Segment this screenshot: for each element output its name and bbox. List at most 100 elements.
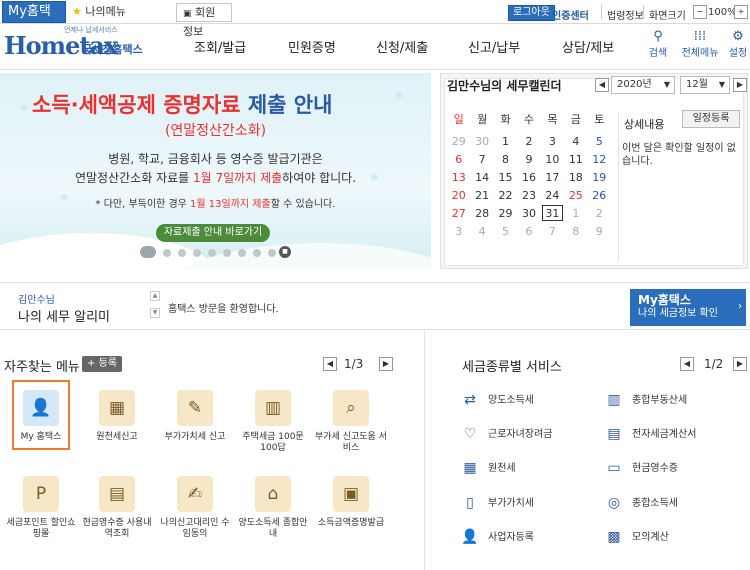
service-transfer-tax[interactable]: ⇄ 양도소득세 (460, 391, 534, 411)
service-comprehensive-income-tax[interactable]: ◎ 종합소득세 (604, 494, 678, 514)
service-cash-receipt[interactable]: ▭ 현금영수증 (604, 459, 678, 479)
calendar-day[interactable]: 8 (494, 150, 517, 168)
calendar-day[interactable]: 21 (470, 186, 493, 204)
calendar-day[interactable]: 2 (588, 204, 611, 222)
search-button[interactable]: ⚲ 검색 (643, 30, 673, 60)
calendar-day[interactable]: 24 (541, 186, 564, 204)
services-prev-button[interactable]: ◀ (680, 357, 694, 371)
frequent-cash-receipt[interactable]: ▤ 현금영수증 사용내역조회 (80, 476, 154, 540)
my-menu-button[interactable]: ★ 나의메뉴 (66, 3, 164, 22)
frequent-prev-button[interactable]: ◀ (323, 357, 337, 371)
notice-message[interactable]: 홈택스 방문을 환영합니다. (168, 300, 279, 315)
calendar-day[interactable]: 16 (517, 168, 540, 186)
calendar-day[interactable]: 22 (494, 186, 517, 204)
schedule-add-button[interactable]: 일정등록 (682, 110, 740, 128)
frequent-income-certificate[interactable]: ▣ 소득금액증명발급 (314, 476, 388, 529)
frequent-tax-point-mall[interactable]: P 세금포인트 할인쇼핑몰 (4, 476, 78, 540)
calendar-day[interactable]: 6 (447, 150, 470, 168)
calendar-day[interactable]: 5 (494, 222, 517, 240)
settings-button[interactable]: ⚙ 설정 (724, 30, 750, 60)
all-menu-button[interactable]: ⁞⁞⁞ 전체메뉴 (680, 30, 720, 60)
calendar-day[interactable]: 1 (564, 204, 587, 222)
service-withholding-tax[interactable]: ▦ 원천세 (460, 459, 515, 479)
notice-up-button[interactable]: ▲ (150, 291, 160, 301)
service-mock-calculation[interactable]: ▩ 모의계산 (604, 528, 668, 548)
frequent-my-hometax[interactable]: 👤 My 홈택스 (4, 390, 78, 443)
frequent-agent-consent[interactable]: ✍ 나의신고대리인 수임동의 (158, 476, 232, 540)
calendar-day[interactable]: 27 (447, 204, 470, 222)
frequent-vat-help[interactable]: ⌕ 부가세 신고도움 서비스 (314, 390, 388, 454)
nav-filing-payment[interactable]: 신고/납부 (468, 37, 520, 56)
service-earned-income-credit[interactable]: ♡ 근로자녀장려금 (460, 425, 553, 445)
calendar-day[interactable]: 19 (588, 168, 611, 186)
calendar-day[interactable]: 18 (564, 168, 587, 186)
banner-indicator[interactable] (238, 249, 246, 257)
my-hometax-tab[interactable]: My홈택스 (2, 1, 66, 39)
calendar-day[interactable]: 11 (564, 150, 587, 168)
calendar-day[interactable]: 2 (517, 132, 540, 150)
nav-civil-certificate[interactable]: 민원증명 (288, 37, 336, 56)
calendar-day[interactable]: 17 (541, 168, 564, 186)
frequent-withholding-tax[interactable]: ▦ 원천세신고 (80, 390, 154, 443)
calendar-day[interactable]: 30 (470, 132, 493, 150)
calendar-day[interactable]: 4 (470, 222, 493, 240)
banner-indicator[interactable] (163, 249, 171, 257)
calendar-day[interactable]: 14 (470, 168, 493, 186)
calendar-day[interactable]: 13 (447, 168, 470, 186)
calendar-day[interactable]: 1 (494, 132, 517, 150)
banner-indicator[interactable] (223, 249, 231, 257)
banner-link-button[interactable]: 자료제출 안내 바로가기 (156, 224, 270, 242)
frequent-next-button[interactable]: ▶ (379, 357, 393, 371)
calendar-day[interactable]: 7 (541, 222, 564, 240)
calendar-day[interactable]: 15 (494, 168, 517, 186)
promo-banner[interactable]: ❄ ❄ ✻ ✻ 소득·세액공제 증명자료 제출 안내 (연말정산간소화) 병원,… (0, 73, 431, 269)
calendar-day[interactable]: 4 (564, 132, 587, 150)
calendar-day[interactable]: 23 (517, 186, 540, 204)
frequent-add-button[interactable]: + 등록 (82, 356, 122, 372)
month-select[interactable]: 12월 ▼ (680, 76, 730, 94)
calendar-day[interactable]: 12 (588, 150, 611, 168)
calendar-day[interactable]: 28 (470, 204, 493, 222)
year-select[interactable]: 2020년 ▼ (611, 76, 675, 94)
member-info-button[interactable]: ▣ 회원정보 (176, 3, 232, 38)
next-month-button[interactable]: ▶ (733, 78, 747, 92)
logout-button[interactable]: 로그아웃 (508, 5, 555, 21)
calendar-day[interactable]: 20 (447, 186, 470, 204)
calendar-day[interactable]: 6 (517, 222, 540, 240)
service-vat[interactable]: ▯ 부가가치세 (460, 494, 534, 514)
banner-indicator[interactable] (268, 249, 276, 257)
service-e-tax-invoice[interactable]: ▤ 전자세금계산서 (604, 425, 696, 445)
calendar-day[interactable]: 29 (494, 204, 517, 222)
service-business-registration[interactable]: 👤 사업자등록 (460, 528, 534, 548)
banner-indicator[interactable] (253, 249, 261, 257)
notice-down-button[interactable]: ▼ (150, 308, 160, 318)
nav-consult-report[interactable]: 상담/제보 (562, 37, 614, 56)
banner-indicator-active[interactable] (140, 246, 156, 258)
banner-indicator[interactable] (178, 249, 186, 257)
calendar-day[interactable]: 30 (517, 204, 540, 222)
frequent-vat-report[interactable]: ✎ 부가가치세 신고 (158, 390, 232, 443)
calendar-day[interactable]: 8 (564, 222, 587, 240)
nav-lookup[interactable]: 조회/발급 (194, 37, 246, 56)
nav-application[interactable]: 신청/제출 (376, 37, 428, 56)
calendar-day[interactable]: 3 (541, 132, 564, 150)
frequent-housing-tax-faq[interactable]: ▥ 주택세금 100문100답 (236, 390, 310, 454)
auth-center-link[interactable]: 인증센터 (552, 7, 589, 22)
calendar-day[interactable]: 7 (470, 150, 493, 168)
pause-icon[interactable]: ■ (279, 246, 291, 258)
calendar-day[interactable]: 9 (517, 150, 540, 168)
frequent-transfer-tax-guide[interactable]: ⌂ 양도소득세 종합안내 (236, 476, 310, 540)
service-comprehensive-property-tax[interactable]: ▥ 종합부동산세 (604, 391, 687, 411)
banner-indicator[interactable] (208, 249, 216, 257)
legal-info-link[interactable]: 법령정보 (607, 7, 644, 22)
calendar-day[interactable]: 29 (447, 132, 470, 150)
zoom-out-button[interactable]: − (693, 5, 707, 19)
zoom-in-button[interactable]: + (734, 5, 748, 19)
services-next-button[interactable]: ▶ (733, 357, 747, 371)
calendar-day[interactable]: 5 (588, 132, 611, 150)
calendar-day[interactable]: 25 (564, 186, 587, 204)
calendar-day-selected[interactable]: 31 (541, 204, 564, 222)
calendar-day[interactable]: 3 (447, 222, 470, 240)
calendar-day[interactable]: 26 (588, 186, 611, 204)
my-hometax-button[interactable]: My홈택스 나의 세금정보 확인 › (630, 289, 746, 326)
